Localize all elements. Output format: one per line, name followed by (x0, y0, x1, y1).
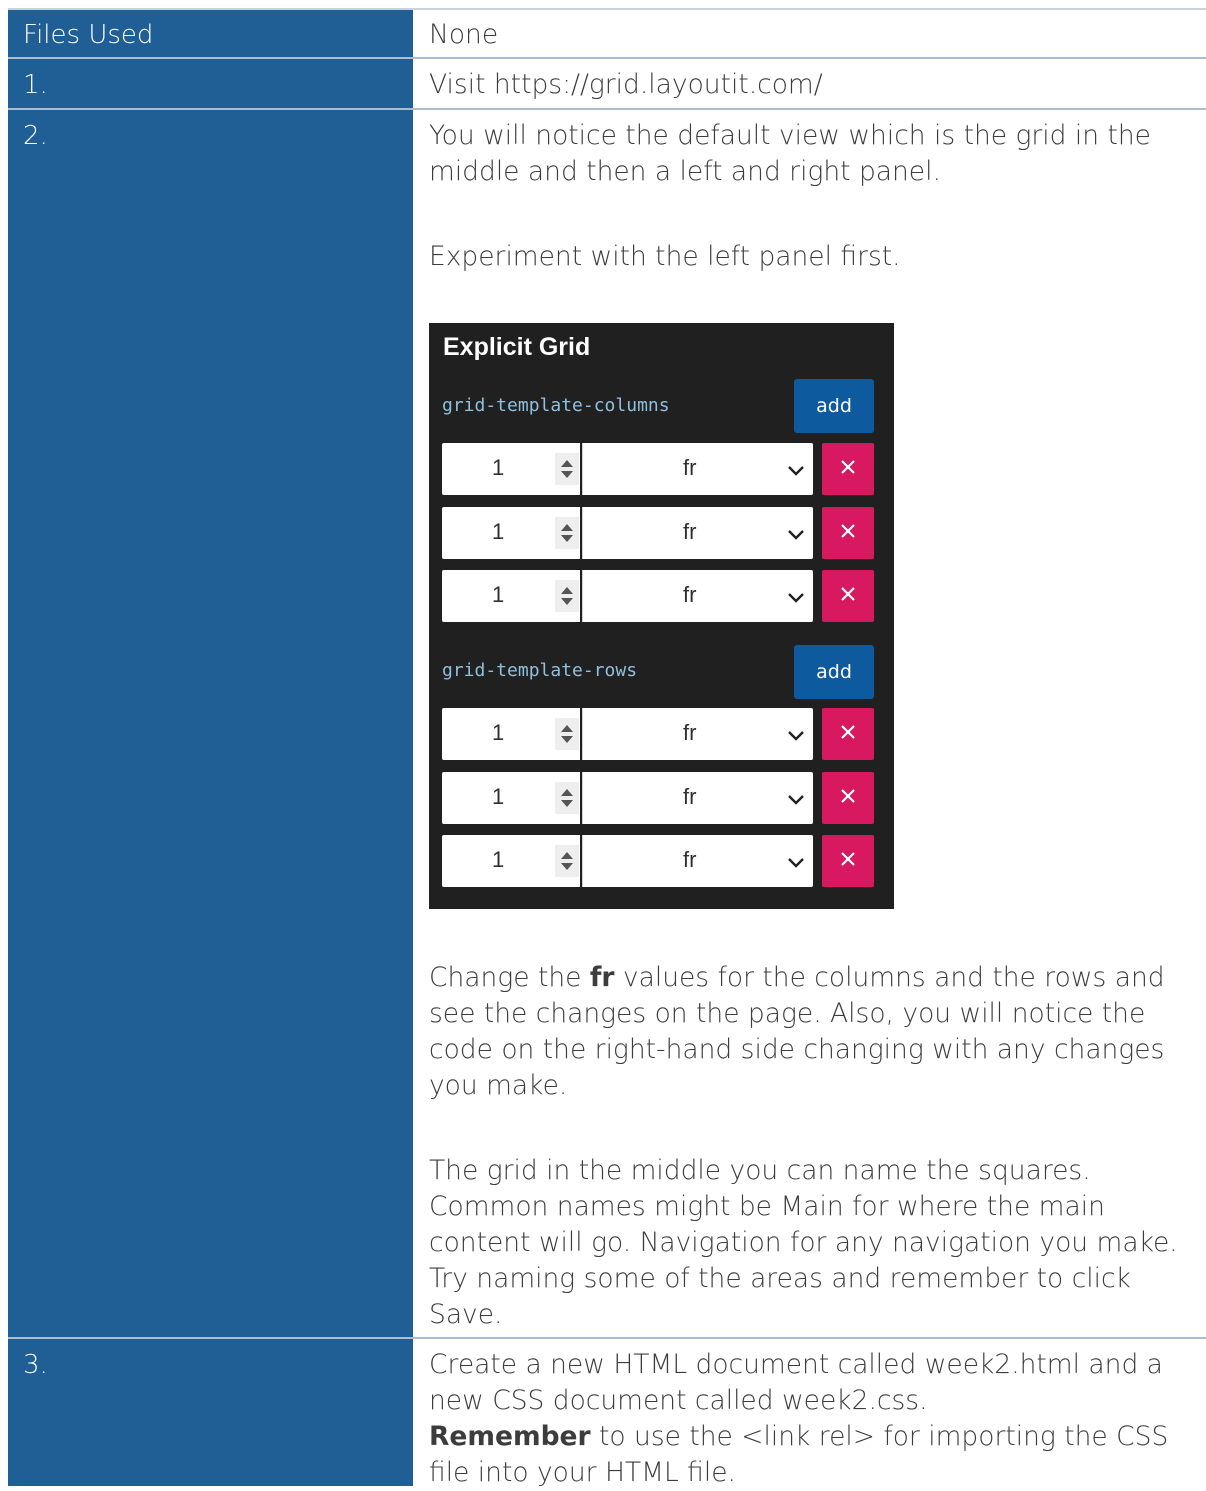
explicit-grid-panel: Explicit Grid grid-template-columns add … (429, 323, 894, 909)
spinner-icon[interactable] (555, 718, 579, 750)
add-row-button[interactable]: add (794, 645, 874, 699)
remove-track-button[interactable] (822, 708, 874, 760)
close-icon (840, 459, 856, 479)
step-text: The grid in the middle you can name the … (429, 1153, 1199, 1333)
track-unit-select[interactable]: fr (582, 835, 813, 887)
step-text: Create a new HTML document called week2.… (429, 1347, 1199, 1491)
step-text: Experiment with the left panel first. (429, 239, 1199, 275)
row-track-row: 1 fr (442, 708, 874, 760)
table-border (8, 8, 1206, 10)
track-size-input[interactable]: 1 (442, 708, 580, 760)
row-track-row: 1 fr (442, 835, 874, 887)
spinner-icon[interactable] (555, 517, 579, 549)
step-paragraph: Experiment with the left panel first. (429, 241, 901, 272)
remove-track-button[interactable] (822, 835, 874, 887)
files-used-value: None (429, 19, 499, 50)
close-icon (840, 851, 856, 871)
chevron-down-icon (788, 791, 804, 810)
track-unit-select[interactable]: fr (582, 507, 813, 559)
column-track-row: 1 fr (442, 570, 874, 622)
row-divider (8, 108, 1206, 110)
step-paragraph: The grid in the middle you can name the … (429, 1155, 1178, 1330)
step-number: 2. (23, 121, 48, 151)
close-icon (840, 586, 856, 606)
close-icon (840, 724, 856, 744)
columns-label: grid-template-columns (442, 395, 670, 416)
track-size-input[interactable]: 1 (442, 570, 580, 622)
bold-term: fr (589, 962, 615, 993)
chevron-down-icon (788, 727, 804, 746)
row-divider (8, 57, 1206, 59)
track-unit-value: fr (683, 784, 697, 809)
track-size-input[interactable]: 1 (442, 835, 580, 887)
files-used-label: Files Used (23, 20, 154, 50)
remove-track-button[interactable] (822, 570, 874, 622)
panel-title: Explicit Grid (443, 333, 591, 361)
track-size-value: 1 (492, 455, 505, 480)
track-unit-select[interactable]: fr (582, 708, 813, 760)
column-track-row: 1 fr (442, 507, 874, 559)
rows-label: grid-template-rows (442, 660, 638, 681)
row-divider (8, 1337, 1206, 1339)
remove-track-button[interactable] (822, 772, 874, 824)
row-track-row: 1 fr (442, 772, 874, 824)
step-text: Change the fr values for the columns and… (429, 960, 1199, 1104)
close-icon (840, 523, 856, 543)
instructions-table: Files Used None 1. Visit https://grid.la… (0, 0, 1206, 1488)
spinner-icon[interactable] (555, 580, 579, 612)
step-number: 1. (23, 70, 48, 100)
spinner-icon[interactable] (555, 453, 579, 485)
track-unit-value: fr (683, 720, 697, 745)
step-text: You will notice the default view which i… (429, 118, 1199, 190)
text-run: Change the (429, 962, 590, 993)
track-size-value: 1 (492, 784, 505, 809)
chevron-down-icon (788, 462, 804, 481)
track-size-value: 1 (492, 847, 505, 872)
step-paragraph: Remember to use the <link rel> for impor… (429, 1419, 1199, 1491)
step-text: Visit https://grid.layoutit.com/ (429, 69, 823, 100)
spinner-icon[interactable] (555, 782, 579, 814)
spinner-icon[interactable] (555, 845, 579, 877)
track-size-input[interactable]: 1 (442, 772, 580, 824)
track-unit-select[interactable]: fr (582, 443, 813, 495)
track-size-input[interactable]: 1 (442, 507, 580, 559)
track-size-value: 1 (492, 720, 505, 745)
track-unit-value: fr (683, 847, 697, 872)
chevron-down-icon (788, 854, 804, 873)
remove-track-button[interactable] (822, 507, 874, 559)
track-unit-value: fr (683, 582, 697, 607)
step-paragraph: You will notice the default view which i… (429, 120, 1151, 187)
add-column-button[interactable]: add (794, 379, 874, 433)
step-paragraph: Change the fr values for the columns and… (429, 960, 1199, 1104)
track-size-input[interactable]: 1 (442, 443, 580, 495)
remove-track-button[interactable] (822, 443, 874, 495)
track-unit-value: fr (683, 519, 697, 544)
track-unit-select[interactable]: fr (582, 772, 813, 824)
bold-term: Remember (429, 1421, 591, 1452)
track-unit-select[interactable]: fr (582, 570, 813, 622)
close-icon (840, 788, 856, 808)
column-track-row: 1 fr (442, 443, 874, 495)
track-size-value: 1 (492, 519, 505, 544)
track-unit-value: fr (683, 455, 697, 480)
chevron-down-icon (788, 526, 804, 545)
chevron-down-icon (788, 589, 804, 608)
step-number: 3. (23, 1350, 48, 1380)
track-size-value: 1 (492, 582, 505, 607)
label-column (8, 8, 413, 1486)
step-paragraph: Create a new HTML document called week2.… (429, 1349, 1163, 1416)
